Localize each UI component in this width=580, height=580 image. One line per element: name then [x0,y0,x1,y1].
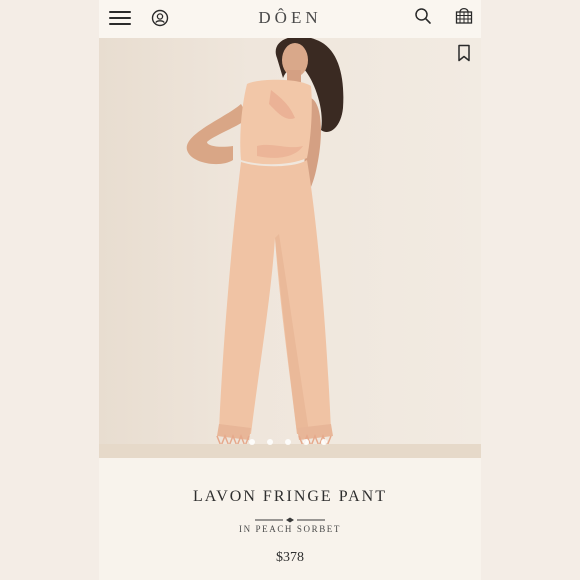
mobile-screen: DÔEN LAVON FRINGE PANT IN PEACH SORBET $… [99,0,481,580]
search-icon[interactable] [414,7,432,25]
right-backdrop [481,0,580,580]
product-image-carousel[interactable] [99,38,481,458]
left-backdrop [0,0,99,580]
ornament-divider [255,510,325,523]
top-navigation-bar: DÔEN [99,0,481,38]
floor [99,444,481,458]
carousel-dot-3[interactable] [285,439,291,445]
product-color: IN PEACH SORBET [238,524,341,534]
shopping-basket-icon[interactable] [454,5,474,25]
bookmark-icon[interactable] [457,44,471,62]
product-photo [186,38,344,456]
carousel-dot-4[interactable] [303,439,309,445]
product-title: LAVON FRINGE PANT [192,488,388,505]
product-price: $378 [276,550,304,565]
carousel-dot-2[interactable] [267,439,273,445]
carousel-dot-5[interactable] [321,439,327,445]
carousel-dot-1[interactable] [249,439,255,445]
